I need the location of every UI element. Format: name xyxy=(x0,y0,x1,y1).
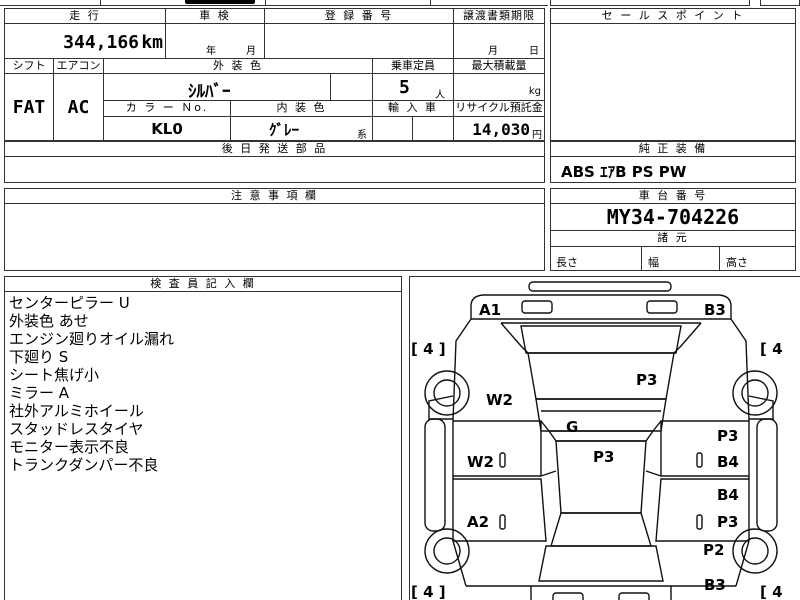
damage-mark-b3-top: B3 xyxy=(704,301,726,319)
import-field-a xyxy=(372,116,413,141)
color-no-value: KL0 xyxy=(103,116,231,141)
reg-number-field xyxy=(264,23,454,59)
aircon-label: エアコン xyxy=(53,58,104,74)
width-field: 幅 xyxy=(641,246,720,271)
inspector-note: シート焦げ小 xyxy=(9,366,100,384)
tire-tread-rear-right: [ 4 xyxy=(760,583,783,600)
damage-mark-a2: A2 xyxy=(467,513,490,531)
tire-tread-front-right: [ 4 xyxy=(760,340,783,358)
inspector-note: 社外アルミホイール xyxy=(9,402,144,420)
inspection-year: 年 xyxy=(206,46,216,57)
reg-number-label: 登 録 番 号 xyxy=(264,8,454,24)
aircon-value: AC xyxy=(53,73,104,141)
exterior-color-label: 外 装 色 xyxy=(103,58,373,74)
interior-color-value: ｸﾞﾚｰ xyxy=(269,121,300,139)
damage-mark-w2-left: W2 xyxy=(486,391,513,409)
recycle-field: 14,030 円 xyxy=(453,116,545,141)
mileage-label: 走 行 xyxy=(4,8,166,24)
recycle-value: 14,030 xyxy=(472,120,530,139)
capacity-field: 5 人 xyxy=(372,73,454,101)
inspector-notes-box: センターピラー U 外装色 あせ エンジン廻りオイル漏れ 下廻り S シート焦げ… xyxy=(4,291,402,600)
damage-mark-p3-center: P3 xyxy=(593,448,615,466)
inspector-note: センターピラー U xyxy=(9,294,130,312)
exterior-color-value: ｼﾙﾊﾞｰ xyxy=(188,82,231,101)
inspection-label: 車 検 xyxy=(165,8,265,24)
transfer-field: 月 日 xyxy=(453,23,545,59)
max-load-field: kg xyxy=(453,73,545,101)
notes-label: 注 意 事 項 欄 xyxy=(4,188,545,204)
inspector-label: 検 査 員 記 入 欄 xyxy=(4,276,402,292)
interior-suffix: 系 xyxy=(357,130,367,141)
standard-equipment-label: 純 正 装 備 xyxy=(550,141,796,157)
damage-mark-b4-right-door: B4 xyxy=(717,453,739,471)
tire-tread-front-left: [ 4 ] xyxy=(411,340,446,358)
inspector-note: スタッドレスタイヤ xyxy=(9,420,144,438)
mileage-unit: km xyxy=(141,32,163,53)
recycle-label: リサイクル預託金 xyxy=(453,100,545,117)
damage-mark-b4-rear-door: B4 xyxy=(717,486,739,504)
recycle-unit: 円 xyxy=(532,130,542,141)
color-no-label: カ ラ ー Ｎo. xyxy=(103,100,231,117)
transfer-label: 譲渡書類期限 xyxy=(453,8,545,24)
mileage-field: 344,166 km xyxy=(4,23,166,59)
import-label: 輸 入 車 xyxy=(372,100,454,117)
damage-mark-w2-door: W2 xyxy=(467,453,494,471)
damage-mark-p3-right-door: P3 xyxy=(717,427,739,445)
inspector-note: モニター表示不良 xyxy=(9,438,130,456)
height-field: 高さ xyxy=(719,246,796,271)
top-cutoff-strip xyxy=(0,0,548,6)
inspection-month: 月 xyxy=(246,46,256,57)
length-label: 長さ xyxy=(556,256,578,269)
deferred-parts-label: 後 日 発 送 部 品 xyxy=(4,141,545,157)
sales-point-label: セ ー ル ス ポ イ ン ト xyxy=(550,8,796,24)
chassis-value: MY34-704226 xyxy=(550,203,796,231)
deferred-parts-box xyxy=(4,156,545,183)
height-label: 高さ xyxy=(726,256,748,269)
tire-tread-rear-left: [ 4 ] xyxy=(411,583,446,600)
capacity-label: 乗車定員 xyxy=(372,58,454,74)
import-field-b xyxy=(412,116,454,141)
interior-color-field: ｸﾞﾚｰ 系 xyxy=(230,116,373,141)
car-outline-diagram xyxy=(424,281,778,600)
inspector-note: トランクダンパー不良 xyxy=(9,456,159,474)
inspection-field: 年 月 xyxy=(165,23,265,59)
inspector-note: ミラー A xyxy=(9,384,70,402)
mileage-value: 344,166 xyxy=(63,32,139,53)
inspector-note: 下廻り S xyxy=(9,348,69,366)
capacity-unit: 人 xyxy=(435,90,445,101)
damage-mark-a1: A1 xyxy=(479,301,502,319)
car-diagram-box: A1 B3 W2 P3 G W2 P3 P3 B4 B4 A2 P3 P2 B3… xyxy=(409,276,800,600)
standard-equipment-value: ABS ｴｱB PS PW xyxy=(561,163,687,181)
damage-mark-p2: P2 xyxy=(703,541,725,559)
sales-point-box xyxy=(550,23,796,141)
damage-mark-p3-rear-door: P3 xyxy=(717,513,739,531)
width-label: 幅 xyxy=(648,256,659,269)
max-load-label: 最大積載量 xyxy=(453,58,545,74)
exterior-color-field: ｼﾙﾊﾞｰ xyxy=(103,73,331,101)
capacity-value: 5 xyxy=(399,77,410,98)
top-cutoff-strip-right xyxy=(550,0,800,6)
inspector-note: 外装色 あせ xyxy=(9,312,89,330)
specs-label: 諸 元 xyxy=(550,230,796,247)
damage-mark-b3-bottom: B3 xyxy=(704,576,726,594)
inspector-note: エンジン廻りオイル漏れ xyxy=(9,330,175,348)
load-unit: kg xyxy=(528,86,541,97)
shift-label: シフト xyxy=(4,58,54,74)
standard-equipment-field: ABS ｴｱB PS PW xyxy=(550,156,796,183)
damage-mark-p3-roof: P3 xyxy=(636,371,658,389)
interior-color-label: 内 装 色 xyxy=(230,100,373,117)
notes-box xyxy=(4,203,545,271)
chassis-label: 車 台 番 号 xyxy=(550,188,796,204)
shift-value: FAT xyxy=(4,73,54,141)
damage-mark-g: G xyxy=(566,418,579,436)
transfer-month: 月 xyxy=(488,46,498,57)
exterior-color-extra xyxy=(330,73,373,101)
transfer-day: 日 xyxy=(529,46,539,57)
length-field: 長さ xyxy=(550,246,642,271)
